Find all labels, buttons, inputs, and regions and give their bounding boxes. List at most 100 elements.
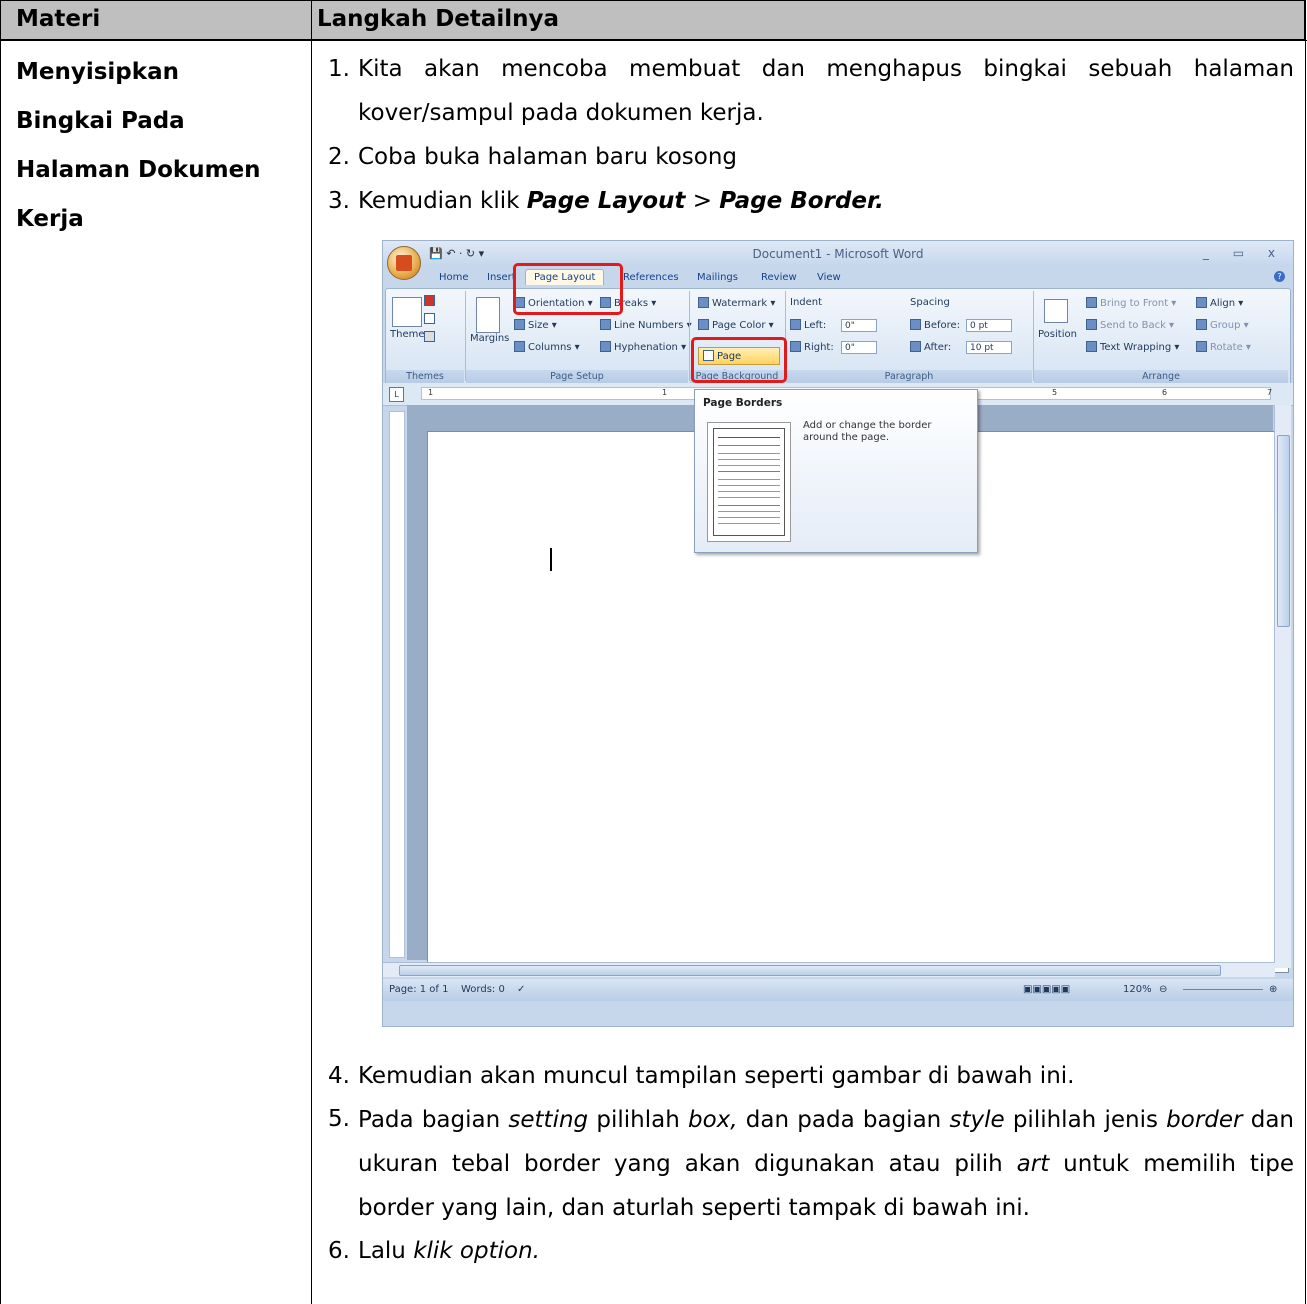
table-column-divider — [311, 0, 312, 1304]
watermark-icon — [698, 297, 709, 308]
spacing-before-icon — [910, 319, 921, 330]
text-cursor — [550, 548, 552, 571]
text-wrapping-button[interactable]: Text Wrapping ▾ — [1086, 341, 1179, 353]
step-3: 3. Kemudian klik Page Layout > Page Bord… — [328, 188, 884, 214]
align-icon — [1196, 297, 1207, 308]
indent-left-input[interactable]: 0" — [841, 319, 877, 332]
indent-left-label: Left: — [790, 319, 826, 331]
columns-button[interactable]: Columns ▾ — [514, 341, 580, 353]
margins-button[interactable]: Margins — [470, 333, 509, 344]
rotate-icon — [1196, 341, 1207, 352]
indent-label: Indent — [790, 297, 823, 308]
vertical-scroll-thumb[interactable] — [1277, 435, 1290, 627]
tab-review[interactable]: Review — [761, 272, 797, 283]
status-bar: Page: 1 of 1 Words: 0 ✓ ▣▣▣▣▣ 120% ⊖ ⊕ — [383, 979, 1293, 1001]
table-header-divider — [0, 40, 1307, 41]
vertical-ruler[interactable] — [389, 411, 405, 958]
group-themes-label: Themes — [386, 370, 464, 384]
view-buttons[interactable]: ▣▣▣▣▣ — [1023, 984, 1070, 995]
bring-to-front-button[interactable]: Bring to Front ▾ — [1086, 297, 1176, 309]
line-numbers-button[interactable]: Line Numbers ▾ — [600, 319, 692, 331]
spacing-after-icon — [910, 341, 921, 352]
materi-line: Bingkai Pada — [16, 108, 185, 134]
page-count-status[interactable]: Page: 1 of 1 — [389, 984, 448, 995]
page-color-icon — [698, 319, 709, 330]
zoom-slider[interactable] — [1183, 989, 1263, 990]
step-2: 2. Coba buka halaman baru kosong — [328, 144, 738, 170]
help-icon[interactable]: ? — [1274, 271, 1285, 282]
spacing-after-input[interactable]: 10 pt — [966, 341, 1012, 354]
theme-fonts-icon[interactable] — [424, 313, 438, 325]
page-borders-tooltip: Page Borders Add or change the border ar… — [694, 389, 978, 553]
spacing-before-input[interactable]: 0 pt — [966, 319, 1012, 332]
materi-line: Menyisipkan — [16, 59, 179, 85]
table-border-right — [1305, 0, 1306, 1304]
size-icon — [514, 319, 525, 330]
spacing-before-label: Before: — [910, 319, 960, 331]
send-to-back-button[interactable]: Send to Back ▾ — [1086, 319, 1174, 331]
position-button[interactable]: Position — [1038, 329, 1077, 340]
header-materi: Materi — [16, 6, 101, 32]
step-5: 5. Pada bagian setting pilihlah box, dan… — [328, 1106, 1294, 1221]
group-paragraph-label: Paragraph — [786, 370, 1032, 384]
materi-cell: Menyisipkan Bingkai Pada Halaman Dokumen… — [16, 48, 296, 244]
tab-view[interactable]: View — [817, 272, 841, 283]
indent-left-icon — [790, 319, 801, 330]
tooltip-description: Add or change the border around the page… — [803, 420, 932, 443]
tooltip-title: Page Borders — [703, 397, 783, 409]
tab-selector-icon[interactable]: L — [389, 387, 404, 402]
quick-access-toolbar[interactable]: 💾 ↶ · ↻ ▾ — [429, 247, 484, 260]
zoom-out-icon[interactable]: ⊖ — [1159, 984, 1167, 995]
tab-references[interactable]: References — [623, 272, 679, 283]
tooltip-preview-image — [707, 422, 791, 542]
step-4: 4. Kemudian akan muncul tampilan seperti… — [328, 1063, 1075, 1089]
zoom-in-icon[interactable]: ⊕ — [1269, 984, 1277, 995]
group-page-setup-label: Page Setup — [466, 370, 688, 384]
themes-icon[interactable] — [392, 297, 422, 327]
watermark-button[interactable]: Watermark ▾ — [698, 297, 775, 309]
theme-effects-icon[interactable] — [424, 331, 438, 343]
table-header — [0, 0, 1305, 40]
spacing-label: Spacing — [910, 297, 950, 308]
tab-home[interactable]: Home — [439, 272, 469, 283]
indent-right-input[interactable]: 0" — [841, 341, 877, 354]
position-icon[interactable] — [1044, 299, 1068, 323]
vertical-scrollbar[interactable] — [1274, 405, 1291, 968]
hyphenation-button[interactable]: Hyphenation ▾ — [600, 341, 686, 353]
highlight-page-borders-button — [691, 337, 787, 383]
proofing-icon[interactable]: ✓ — [517, 984, 525, 995]
columns-icon — [514, 341, 525, 352]
rotate-button[interactable]: Rotate ▾ — [1196, 341, 1251, 353]
horizontal-scrollbar[interactable] — [383, 962, 1275, 977]
size-button[interactable]: Size ▾ — [514, 319, 557, 331]
theme-colors-icon[interactable] — [424, 295, 438, 307]
group-separator — [1033, 291, 1034, 381]
materi-line: Halaman Dokumen — [16, 157, 261, 183]
line-numbers-icon — [600, 319, 611, 330]
page-color-button[interactable]: Page Color ▾ — [698, 319, 774, 331]
indent-right-icon — [790, 341, 801, 352]
hyphenation-icon — [600, 341, 611, 352]
header-langkah: Langkah Detailnya — [317, 6, 560, 32]
group-separator — [689, 291, 690, 381]
window-title: Document1 - Microsoft Word — [752, 247, 924, 261]
tab-mailings[interactable]: Mailings — [697, 272, 738, 283]
step-6: 6. Lalu klik option. — [328, 1238, 540, 1264]
group-icon — [1196, 319, 1207, 330]
group-separator — [465, 291, 466, 381]
table-border-left — [0, 0, 1, 1304]
word-screenshot: Document1 - Microsoft Word 💾 ↶ · ↻ ▾ _ ▭… — [382, 240, 1294, 1027]
word-count-status[interactable]: Words: 0 — [461, 984, 505, 995]
horizontal-scroll-thumb[interactable] — [399, 965, 1221, 976]
text-wrapping-icon — [1086, 341, 1097, 352]
group-button[interactable]: Group ▾ — [1196, 319, 1249, 331]
tab-insert[interactable]: Insert — [487, 272, 516, 283]
window-controls[interactable]: _ ▭ x — [1203, 246, 1285, 260]
bring-to-front-icon — [1086, 297, 1097, 308]
group-arrange-label: Arrange — [1034, 370, 1288, 384]
indent-right-label: Right: — [790, 341, 834, 353]
align-button[interactable]: Align ▾ — [1196, 297, 1243, 309]
zoom-level[interactable]: 120% — [1123, 984, 1152, 995]
spacing-after-label: After: — [910, 341, 951, 353]
margins-icon[interactable] — [476, 297, 500, 333]
